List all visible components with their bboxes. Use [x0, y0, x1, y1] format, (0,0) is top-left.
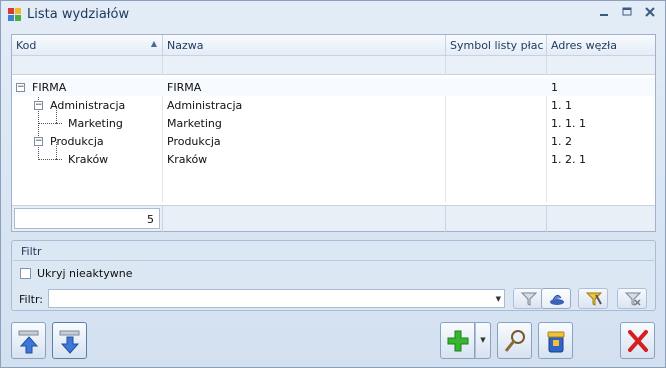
- filter-apply-button[interactable]: [578, 288, 608, 309]
- filter-label: Filtr:: [19, 293, 43, 306]
- title-bar: Lista wydziałów: [1, 1, 665, 29]
- filter-icon: [520, 292, 538, 306]
- cell-adres: 1. 1. 1: [551, 117, 586, 130]
- grid-header: Kod ▲ Nazwa Symbol listy płac Adres węzł…: [12, 35, 655, 56]
- grid-footer: 5: [12, 205, 655, 232]
- table-row[interactable]: − FIRMA FIRMA 1: [12, 78, 655, 96]
- divider: [13, 260, 654, 261]
- chevron-down-icon[interactable]: ▼: [496, 295, 501, 303]
- cell-symbol: [446, 114, 454, 132]
- filter-cell-symbol[interactable]: [446, 56, 547, 75]
- filter-cell-kod[interactable]: [12, 56, 163, 75]
- cell-kod: FIRMA: [32, 81, 67, 94]
- cell-symbol: [446, 78, 454, 96]
- cell-symbol: [446, 96, 454, 114]
- filter-apply-icon: [585, 292, 603, 306]
- move-up-icon: [18, 330, 39, 354]
- collapse-icon[interactable]: −: [34, 137, 43, 146]
- filter-toggle-icon: [550, 294, 564, 305]
- filter-clear-button[interactable]: [617, 288, 647, 309]
- table-row[interactable]: − Produkcja Produkcja 1. 2: [12, 132, 655, 150]
- cell-nazwa: Administracja: [167, 99, 243, 112]
- table-row[interactable]: Marketing Marketing 1. 1. 1: [12, 114, 655, 132]
- sort-ascending-icon: ▲: [150, 39, 157, 48]
- filter-cell-nazwa[interactable]: [163, 56, 446, 75]
- column-header-nazwa[interactable]: Nazwa: [163, 35, 446, 56]
- departments-grid: Kod ▲ Nazwa Symbol listy płac Adres węzł…: [11, 34, 656, 232]
- cell-nazwa: FIRMA: [167, 81, 202, 94]
- window-title: Lista wydziałów: [27, 7, 130, 22]
- add-dropdown-chevron-down-icon[interactable]: ▼: [475, 322, 491, 359]
- table-row[interactable]: Kraków Kraków 1. 2. 1: [12, 150, 655, 168]
- footer-cell-kod: 5: [12, 206, 163, 232]
- cell-nazwa: Kraków: [167, 153, 208, 166]
- column-header-symbol[interactable]: Symbol listy płac: [446, 35, 547, 56]
- cell-adres: 1. 1: [551, 99, 572, 112]
- grid-filter-row: [12, 56, 655, 75]
- delete-button[interactable]: [538, 322, 573, 359]
- filter-combobox[interactable]: ▼: [48, 289, 505, 308]
- add-icon: [447, 330, 469, 352]
- column-header-label: Adres węzła: [551, 39, 617, 52]
- hide-inactive-checkbox[interactable]: [20, 268, 31, 279]
- record-count: 5: [14, 208, 160, 229]
- cell-symbol: [446, 150, 454, 168]
- window: Lista wydziałów Kod ▲ Nazwa Symbol listy…: [0, 0, 666, 368]
- cancel-button[interactable]: [620, 322, 655, 359]
- table-row[interactable]: − Administracja Administracja 1. 1: [12, 96, 655, 114]
- tree-line: [56, 123, 62, 124]
- cell-adres: 1: [551, 81, 558, 94]
- minimize-icon[interactable]: [595, 6, 613, 22]
- filter-cell-adres[interactable]: [547, 56, 655, 75]
- cell-adres: 1. 2: [551, 135, 572, 148]
- maximize-icon[interactable]: [618, 6, 636, 22]
- edit-icon: [504, 330, 525, 352]
- delete-icon: [547, 331, 565, 353]
- app-icon: [8, 8, 22, 22]
- filter-clear-icon: [624, 292, 642, 306]
- footer-cell-symbol: [446, 206, 547, 232]
- tree-line: [56, 159, 62, 160]
- cell-kod: Kraków: [68, 153, 109, 166]
- column-header-label: Nazwa: [167, 39, 204, 52]
- filter-button[interactable]: [513, 288, 543, 309]
- column-header-adres[interactable]: Adres węzła: [547, 35, 655, 56]
- add-button[interactable]: [440, 322, 475, 359]
- cell-symbol: [446, 132, 454, 150]
- column-header-label: Kod: [16, 39, 37, 52]
- column-header-kod[interactable]: Kod ▲: [12, 35, 163, 56]
- move-down-button[interactable]: [52, 322, 87, 359]
- cancel-icon: [628, 330, 648, 352]
- filter-group: Filtr Ukryj nieaktywne Filtr: ▼: [11, 240, 656, 311]
- cell-adres: 1. 2. 1: [551, 153, 586, 166]
- cell-nazwa: Marketing: [167, 117, 222, 130]
- collapse-icon[interactable]: −: [16, 83, 25, 92]
- move-up-button[interactable]: [11, 322, 46, 359]
- cell-kod: Marketing: [68, 117, 123, 130]
- footer-cell-adres: [547, 206, 655, 232]
- tree-line: [56, 142, 57, 159]
- filter-toggle-button[interactable]: [541, 288, 571, 309]
- cell-kod: Administracja: [50, 99, 126, 112]
- tree-line: [56, 106, 57, 123]
- filter-group-title: Filtr: [21, 245, 42, 258]
- move-down-icon: [59, 330, 80, 354]
- column-header-label: Symbol listy płac: [450, 39, 544, 52]
- close-icon[interactable]: [641, 6, 659, 22]
- edit-button[interactable]: [497, 322, 532, 359]
- hide-inactive-label[interactable]: Ukryj nieaktywne: [37, 267, 132, 280]
- collapse-icon[interactable]: −: [34, 101, 43, 110]
- footer-cell-nazwa: [163, 206, 446, 232]
- cell-nazwa: Produkcja: [167, 135, 221, 148]
